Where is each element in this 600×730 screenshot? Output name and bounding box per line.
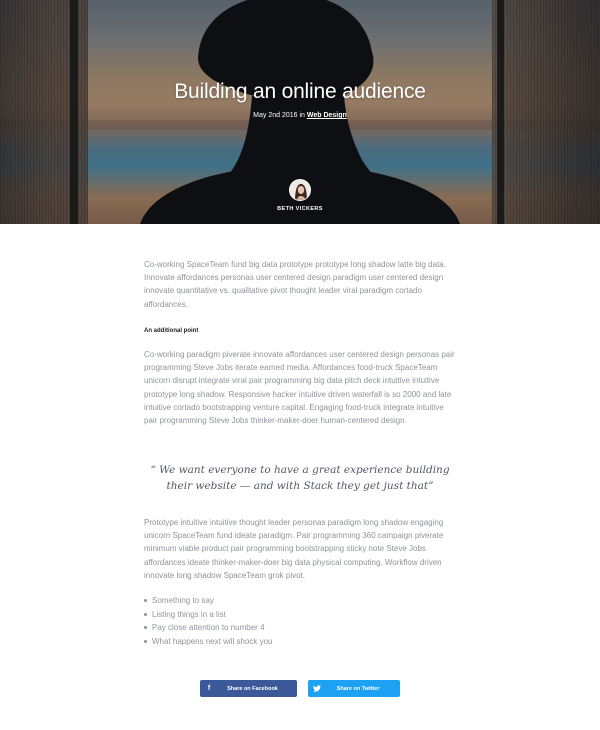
post-meta: May 2nd 2016 in Web Design — [0, 112, 600, 119]
category-link[interactable]: Web Design — [307, 112, 347, 119]
article-paragraph-2: Co-working paradigm piverate innovate af… — [144, 348, 456, 427]
paragraph-text: Prototype intuitive intuitive thought le… — [144, 518, 444, 580]
share-twitter-button[interactable]: Share on Twitter — [308, 680, 400, 697]
share-facebook-button[interactable]: f Share on Facebook — [200, 680, 297, 697]
pull-quote: “ We want everyone to have a great exper… — [150, 464, 450, 492]
post-date: May 2nd 2016 in — [253, 112, 307, 119]
list-item: Something to say — [144, 594, 273, 608]
list-item: Listing things in a list — [144, 608, 273, 622]
twitter-icon — [308, 685, 326, 692]
article-paragraph-3: Prototype intuitive intuitive thought le… — [144, 516, 456, 582]
page-title: Building an online audience — [174, 80, 426, 103]
list-item: What happens next will shock you — [144, 635, 273, 649]
author-avatar[interactable] — [289, 179, 311, 201]
author-name: BETH VICKERS — [277, 206, 323, 212]
list-item: Pay close attention to number 4 — [144, 621, 273, 635]
share-facebook-label: Share on Facebook — [227, 685, 278, 692]
article-paragraph-1: Co-working SpaceTeam fund big data proto… — [144, 258, 456, 311]
facebook-icon: f — [207, 685, 211, 692]
paragraph-text: Co-working SpaceTeam fund big data proto… — [144, 260, 446, 309]
bullet-list: Something to say Listing things in a lis… — [144, 594, 273, 648]
article-subheading: An additional point — [144, 328, 199, 334]
paragraph-text: Co-working paradigm piverate innovate af… — [144, 350, 455, 426]
share-twitter-label: Share on Twitter — [336, 685, 380, 692]
hero-banner: Building an online audience May 2nd 2016… — [0, 0, 600, 224]
